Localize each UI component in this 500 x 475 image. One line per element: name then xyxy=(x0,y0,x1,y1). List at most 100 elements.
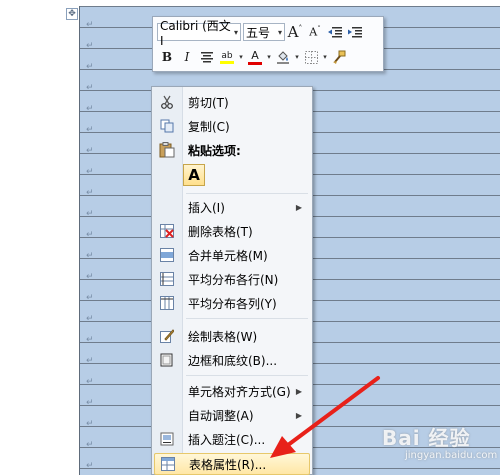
menu-item-label: 删除表格(T) xyxy=(188,224,253,239)
menu-item-borders-shading[interactable]: 边框和底纹(B)... xyxy=(154,349,310,371)
menu-item-label: 边框和底纹(B)... xyxy=(188,353,278,368)
cell-end-mark-icon: ↵ xyxy=(86,209,94,219)
paste-keep-text-only-button[interactable]: A xyxy=(183,164,205,186)
shrink-font-icon: A˅ xyxy=(309,25,321,39)
menu-item-label: 单元格对齐方式(G) xyxy=(188,384,291,399)
watermark-logo: Bai 经验 xyxy=(382,426,471,450)
clipboard-icon xyxy=(159,142,175,158)
submenu-arrow-icon: ▶ xyxy=(295,410,302,420)
caption-icon xyxy=(160,432,174,446)
paint-bucket-icon xyxy=(277,51,289,64)
font-size-dropdown[interactable]: 五号 ▾ xyxy=(243,23,285,41)
font-color-icon: A xyxy=(251,48,259,62)
menu-item-label: 插入(I) xyxy=(188,200,225,215)
distribute-rows-icon xyxy=(160,272,174,286)
shading-button[interactable] xyxy=(273,47,293,67)
draw-table-icon xyxy=(160,329,174,343)
decrease-indent-button[interactable] xyxy=(325,22,345,42)
submenu-arrow-icon: ▶ xyxy=(295,202,302,212)
menu-separator xyxy=(186,193,308,194)
cell-end-mark-icon: ↵ xyxy=(86,377,94,387)
menu-item-label: 剪切(T) xyxy=(188,95,229,110)
menu-item-draw-table[interactable]: 绘制表格(W) xyxy=(154,325,310,347)
highlight-icon: ab xyxy=(221,50,233,61)
font-name-dropdown[interactable]: Calibri (西文I ▾ xyxy=(157,19,241,48)
grow-font-button[interactable]: A˄ xyxy=(285,22,305,42)
chevron-down-icon[interactable]: ▾ xyxy=(237,53,245,61)
bold-icon: B xyxy=(161,50,173,64)
menu-separator xyxy=(186,318,308,319)
shrink-font-button[interactable]: A˅ xyxy=(305,22,325,42)
submenu-arrow-icon: ▶ xyxy=(295,386,302,396)
highlight-button[interactable]: ab xyxy=(217,47,237,67)
cell-end-mark-icon: ↵ xyxy=(86,83,94,93)
center-align-button[interactable] xyxy=(197,47,217,67)
cell-end-mark-icon: ↵ xyxy=(86,251,94,261)
bold-button[interactable]: B xyxy=(157,47,177,67)
format-painter-button[interactable] xyxy=(329,47,349,67)
menu-item-paste-options: 粘贴选项: xyxy=(154,139,310,161)
scissors-icon xyxy=(161,95,173,109)
cell-end-mark-icon: ↵ xyxy=(86,314,94,324)
grow-font-icon: A˄ xyxy=(287,23,303,41)
menu-item-merge-cells[interactable]: 合并单元格(M) xyxy=(154,244,310,266)
cell-end-mark-icon: ↵ xyxy=(86,146,94,156)
cell-end-mark-icon: ↵ xyxy=(86,272,94,282)
cell-end-mark-icon: ↵ xyxy=(86,419,94,429)
increase-indent-button[interactable] xyxy=(345,22,365,42)
menu-item-label: 复制(C) xyxy=(188,119,230,134)
cell-end-mark-icon: ↵ xyxy=(86,440,94,450)
cell-end-mark-icon: ↵ xyxy=(86,125,94,135)
menu-item-label: 粘贴选项: xyxy=(188,143,241,158)
table-properties-icon xyxy=(161,457,175,471)
watermark-url: jingyan.baidu.com xyxy=(405,450,498,461)
cell-end-mark-icon: ↵ xyxy=(86,167,94,177)
chevron-down-icon: ▾ xyxy=(277,27,282,37)
chevron-down-icon: ▾ xyxy=(233,27,238,37)
cell-end-mark-icon: ↵ xyxy=(86,230,94,240)
context-menu: 剪切(T) 复制(C) 粘贴选项: A 插入(I) ▶ 删除表格(T) 合并单元… xyxy=(151,86,313,475)
menu-item-table-properties[interactable]: 表格属性(R)... xyxy=(154,453,310,475)
borders-shading-icon xyxy=(160,353,173,367)
menu-item-distribute-rows[interactable]: 平均分布各行(N) xyxy=(154,268,310,290)
cell-end-mark-icon: ↵ xyxy=(86,461,94,471)
chevron-down-icon[interactable]: ▾ xyxy=(265,53,273,61)
menu-item-insert-caption[interactable]: 插入题注(C)... xyxy=(154,428,310,450)
copy-icon xyxy=(160,119,174,133)
menu-item-label: 表格属性(R)... xyxy=(189,457,267,472)
increase-indent-icon xyxy=(348,27,362,38)
cell-end-mark-icon: ↵ xyxy=(86,398,94,408)
menu-item-label: 平均分布各行(N) xyxy=(188,272,279,287)
chevron-down-icon[interactable]: ▾ xyxy=(293,53,301,61)
cell-end-mark-icon: ↵ xyxy=(86,188,94,198)
borders-button[interactable] xyxy=(301,47,321,67)
menu-item-label: 平均分布各列(Y) xyxy=(188,296,277,311)
cell-end-mark-icon: ↵ xyxy=(86,104,94,114)
menu-item-delete-table[interactable]: 删除表格(T) xyxy=(154,220,310,242)
menu-item-label: 自动调整(A) xyxy=(188,408,254,423)
menu-item-distribute-columns[interactable]: 平均分布各列(Y) xyxy=(154,292,310,314)
chevron-down-icon[interactable]: ▾ xyxy=(321,53,329,61)
decrease-indent-icon xyxy=(328,27,342,38)
paste-text-only-icon: A xyxy=(188,166,200,184)
menu-item-label: 插入题注(C)... xyxy=(188,432,266,447)
borders-icon xyxy=(304,50,318,64)
menu-item-cut[interactable]: 剪切(T) xyxy=(154,91,310,113)
italic-button[interactable]: I xyxy=(177,47,197,67)
distribute-columns-icon xyxy=(160,296,174,310)
left-margin xyxy=(0,0,79,475)
menu-item-copy[interactable]: 复制(C) xyxy=(154,115,310,137)
menu-item-insert[interactable]: 插入(I) ▶ xyxy=(154,196,310,218)
cell-end-mark-icon: ↵ xyxy=(86,20,94,30)
menu-separator xyxy=(186,375,308,376)
center-align-icon xyxy=(201,51,213,62)
menu-item-label: 合并单元格(M) xyxy=(188,248,268,263)
menu-item-cell-alignment[interactable]: 单元格对齐方式(G) ▶ xyxy=(154,380,310,402)
font-color-button[interactable]: A xyxy=(245,47,265,67)
italic-icon: I xyxy=(184,50,190,64)
cell-end-mark-icon: ↵ xyxy=(86,41,94,51)
highlight-color-swatch xyxy=(220,60,234,64)
font-size-value: 五号 xyxy=(246,25,271,40)
table-move-handle-icon[interactable]: ✥ xyxy=(66,8,78,20)
menu-item-autofit[interactable]: 自动调整(A) ▶ xyxy=(154,404,310,426)
